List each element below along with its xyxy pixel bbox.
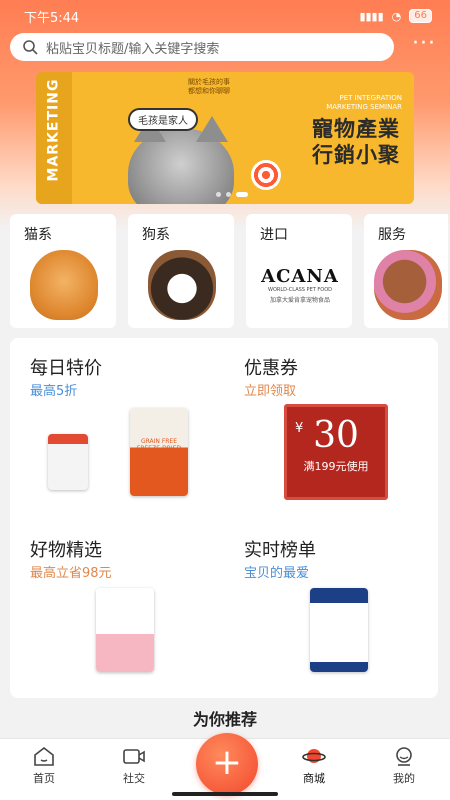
carousel-indicator [216,192,248,197]
wifi-icon: ◔ [391,9,402,23]
carousel-dot [216,192,221,197]
acana-logo: ACANA WORLD-CLASS PET FOOD 加拿大爱肯拿宠物食品 [258,266,342,304]
planet-icon [302,749,326,763]
home-indicator[interactable] [172,792,278,796]
category-cat[interactable]: 猫系 [10,214,116,328]
plus-icon: + [211,742,243,783]
tab-label: 首页 [33,772,55,785]
pink-product-image [96,588,154,672]
category-label: 狗系 [142,227,170,243]
search-icon [23,40,38,55]
promo-banner[interactable]: MARKETING 關於毛孩的事 都想和你聊聊 毛孩是家人 PET INTEGR… [36,72,414,204]
banner-note: 關於毛孩的事 都想和你聊聊 [188,78,230,95]
promo-title: 每日特价 [30,358,102,379]
target-icon [251,160,281,190]
promo-selected-goods[interactable]: 好物精选 最高立省98元 [10,520,224,698]
tab-social[interactable]: 社交 [104,745,164,786]
profile-icon [396,747,412,766]
tab-label: 社交 [123,772,145,785]
tab-mall[interactable]: 商城 [284,745,344,786]
battery-icon: 66 [409,9,432,23]
more-menu-icon[interactable]: ··· [412,33,436,55]
banner-side-strip: MARKETING [36,72,72,204]
status-bar: 下午5:44 ▮▮▮▮ ◔ 66 [0,0,450,32]
home-icon [34,746,54,766]
signal-icon: ▮▮▮▮ [359,9,384,23]
banner-speech-bubble: 毛孩是家人 [128,108,198,131]
category-label: 猫系 [24,227,52,243]
promo-title: 实时榜单 [244,540,316,561]
recommend-heading: 为你推荐 [192,710,257,729]
banner-title-line1: 寵物產業 [312,116,400,141]
food-bag-image: GRAIN FREE FREEZE-DRIED [130,408,188,496]
banner-english-text: PET INTEGRATION MARKETING SEMINAR [326,94,402,111]
category-service[interactable]: 服务 [364,214,448,328]
bottom-tab-bar: 首页 社交 + 商城 我的 [0,733,450,800]
treat-bag-image [48,434,88,490]
status-time: 下午5:44 [24,10,80,26]
coupon-currency: ¥ [295,421,304,436]
promo-title: 优惠券 [244,358,298,379]
category-label: 服务 [378,227,406,243]
tab-profile[interactable]: 我的 [374,745,434,786]
tab-home[interactable]: 首页 [14,745,74,786]
create-post-button[interactable]: + [196,733,258,795]
brand-name: ACANA [261,266,339,287]
brand-tagline: WORLD-CLASS PET FOOD [268,287,332,293]
tab-label: 我的 [393,772,415,785]
grooming-image [374,250,442,320]
promo-subtitle: 最高5折 [30,384,78,399]
blue-product-image [310,588,368,672]
category-label: 进口 [260,227,288,243]
promo-ranking[interactable]: 实时榜单 宝贝的最爱 [224,520,438,698]
promo-subtitle: 最高立省98元 [30,566,112,581]
banner-title: 寵物產業 行銷小聚 [312,116,400,168]
search-input[interactable]: 粘贴宝贝标题/输入关键字搜索 [10,33,394,61]
banner-side-text: MARKETING [45,78,62,182]
status-icons: ▮▮▮▮ ◔ 66 [359,9,432,23]
category-import[interactable]: 进口 ACANA WORLD-CLASS PET FOOD 加拿大爱肯拿宠物食品 [246,214,352,328]
coupon-condition: 满199元使用 [303,460,369,473]
promo-title: 好物精选 [30,540,102,561]
cat-image [30,250,98,320]
promo-subtitle: 宝贝的最爱 [244,566,310,581]
category-row: 猫系 狗系 进口 ACANA WORLD-CLASS PET FOOD 加拿大爱… [10,214,448,328]
promo-coupon[interactable]: 优惠券 立即领取 ¥ 30 满199元使用 [224,338,438,516]
carousel-dot-active [236,192,248,197]
dog-image [148,250,216,320]
category-dog[interactable]: 狗系 [128,214,234,328]
promo-subtitle: 立即领取 [244,384,297,399]
coupon-card[interactable]: ¥ 30 满199元使用 [284,404,388,500]
banner-title-line2: 行銷小聚 [312,142,400,167]
video-icon [123,749,145,764]
carousel-dot [226,192,231,197]
promo-daily-deal[interactable]: 每日特价 最高5折 GRAIN FREE FREEZE-DRIED [10,338,224,516]
brand-chinese-name: 加拿大爱肯拿宠物食品 [269,297,330,304]
tab-label: 商城 [303,772,325,785]
search-placeholder: 粘贴宝贝标题/输入关键字搜索 [46,41,220,57]
promo-grid: 每日特价 最高5折 GRAIN FREE FREEZE-DRIED 优惠券 立即… [10,338,438,698]
